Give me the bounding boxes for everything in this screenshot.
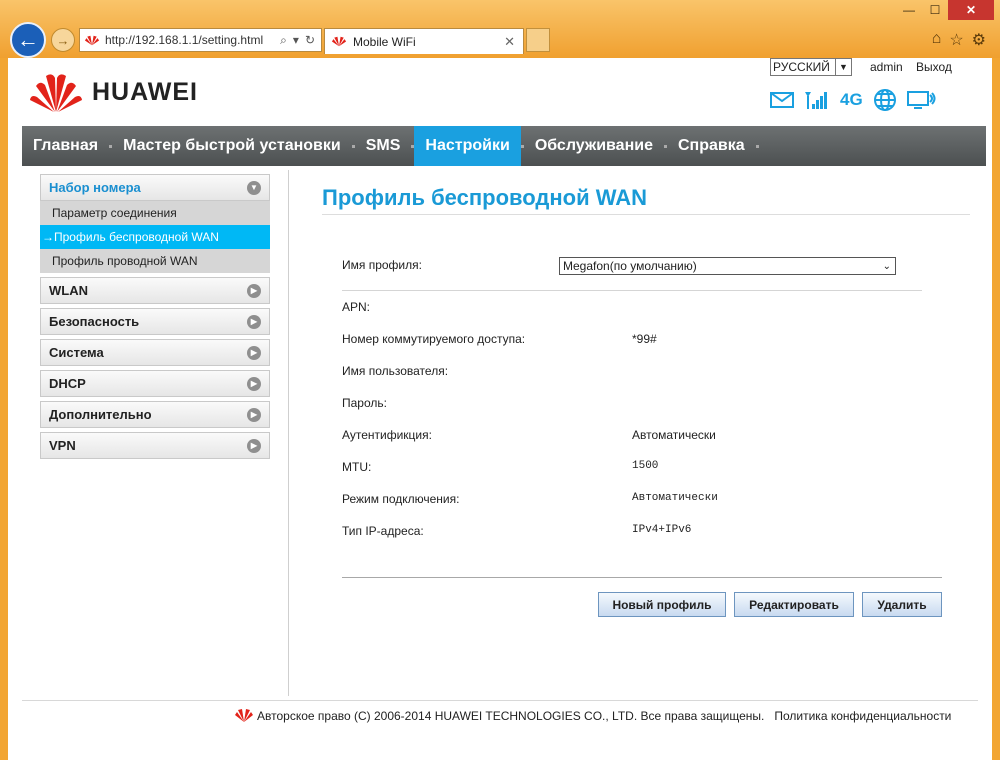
password-label: Пароль:	[342, 396, 387, 410]
profile-name-value: Megafon(по умолчанию)	[563, 259, 697, 273]
sms-envelope-icon[interactable]	[770, 92, 794, 108]
privacy-policy-link[interactable]: Политика конфиденциальности	[774, 709, 951, 723]
url-text: http://192.168.1.1/setting.html	[105, 33, 264, 47]
sidebar: Набор номера ▼ Параметр соединения →Проф…	[40, 174, 270, 463]
sidebar-group-dialup[interactable]: Набор номера ▼	[40, 174, 270, 201]
sidebar-group-label: VPN	[49, 438, 76, 453]
refresh-icon[interactable]: ↻	[305, 33, 315, 48]
page: HUAWEI РУССКИЙ ▼ admin Выход 4G Главная …	[8, 58, 992, 760]
minimize-button[interactable]: —	[896, 0, 922, 20]
connection-mode-label: Режим подключения:	[342, 492, 460, 506]
sidebar-item-connection-params[interactable]: Параметр соединения	[40, 201, 270, 225]
sidebar-group-dhcp[interactable]: DHCP ▶	[40, 370, 270, 397]
chevron-down-icon: ▼	[835, 59, 851, 75]
mtu-label: MTU:	[342, 460, 372, 474]
nav-help[interactable]: Справка	[667, 126, 756, 166]
tab-close-icon[interactable]: ✕	[504, 34, 523, 50]
back-button[interactable]: ←	[10, 22, 46, 58]
authentication-label: Аутентификция:	[342, 428, 432, 442]
connection-mode-value: Автоматически	[632, 492, 718, 504]
sidebar-group-label: Система	[49, 345, 104, 360]
language-value: РУССКИЙ	[773, 60, 830, 74]
sidebar-group-wlan[interactable]: WLAN ▶	[40, 277, 270, 304]
expand-icon: ▶	[247, 376, 261, 391]
status-icons: 4G	[770, 88, 937, 112]
network-type: 4G	[840, 90, 863, 109]
ip-type-label: Тип IP-адреса:	[342, 524, 424, 538]
footer: Авторское право (C) 2006-2014 HUAWEI TEC…	[234, 708, 951, 723]
username-label: Имя пользователя:	[342, 364, 449, 378]
mtu-value: 1500	[632, 460, 659, 472]
expand-icon: ▶	[247, 314, 261, 329]
profile-name-select[interactable]: Megafon(по умолчанию) ⌄	[559, 257, 896, 275]
ip-type-value: IPv4+IPv6	[632, 524, 692, 536]
dropdown-icon[interactable]: ▾	[293, 33, 299, 48]
expand-icon: ▶	[247, 407, 261, 422]
sidebar-group-label: DHCP	[49, 376, 86, 391]
nav-maintenance[interactable]: Обслуживание	[524, 126, 664, 166]
sidebar-group-label: Набор номера	[49, 180, 141, 195]
wifi-device-icon	[906, 91, 936, 109]
nav-settings[interactable]: Настройки	[414, 126, 521, 166]
sidebar-group-label: WLAN	[49, 283, 88, 298]
nav-sms[interactable]: SMS	[355, 126, 412, 166]
address-bar[interactable]: http://192.168.1.1/setting.html ⌕ ▾ ↻	[79, 28, 322, 52]
user-name: admin	[870, 60, 903, 74]
close-window-button[interactable]: ✕	[948, 0, 994, 20]
logout-link[interactable]: Выход	[916, 60, 952, 74]
new-tab-button[interactable]	[526, 28, 550, 52]
nav-separator	[755, 144, 759, 148]
profile-name-label: Имя профиля:	[342, 258, 422, 272]
edit-button[interactable]: Редактировать	[734, 592, 854, 617]
copyright-text: Авторское право (C) 2006-2014 HUAWEI TEC…	[257, 708, 765, 723]
huawei-favicon-icon	[331, 36, 347, 47]
huawei-petals-icon	[30, 74, 82, 112]
sidebar-group-system[interactable]: Система ▶	[40, 339, 270, 366]
settings-gear-icon[interactable]: ⚙	[972, 30, 986, 50]
tab-title: Mobile WiFi	[353, 34, 416, 49]
maximize-button[interactable]: ☐	[922, 0, 948, 20]
sidebar-group-label: Безопасность	[49, 314, 140, 329]
apn-label: APN:	[342, 300, 371, 314]
divider	[322, 214, 970, 215]
divider	[22, 700, 978, 701]
sidebar-group-advanced[interactable]: Дополнительно ▶	[40, 401, 270, 428]
window-controls: — ☐ ✕	[896, 0, 994, 20]
browser-chrome: — ☐ ✕ ← → http://192.168.1.1/setting.htm…	[0, 0, 1000, 58]
sidebar-group-vpn[interactable]: VPN ▶	[40, 432, 270, 459]
main-navigation: Главная Мастер быстрой установки SMS Нас…	[22, 126, 986, 166]
huawei-logo: HUAWEI	[28, 70, 198, 114]
sidebar-item-wireless-wan-profile[interactable]: →Профиль беспроводной WAN	[40, 225, 270, 249]
nav-quick-setup[interactable]: Мастер быстрой установки	[112, 126, 352, 166]
browser-tab[interactable]: Mobile WiFi ✕	[324, 28, 524, 54]
divider	[342, 290, 922, 291]
authentication-value: Автоматически	[632, 428, 716, 442]
expand-icon: ▶	[247, 345, 261, 360]
search-icon[interactable]: ⌕	[280, 33, 287, 48]
chevron-down-icon: ⌄	[882, 260, 891, 272]
huawei-logo-icon	[235, 709, 253, 722]
dial-number-value: *99#	[632, 332, 657, 346]
sidebar-group-label: Дополнительно	[49, 407, 152, 422]
favorites-star-icon[interactable]: ☆	[949, 30, 963, 50]
dial-number-label: Номер коммутируемого доступа:	[342, 332, 526, 346]
delete-button[interactable]: Удалить	[862, 592, 942, 617]
sidebar-group-security[interactable]: Безопасность ▶	[40, 308, 270, 335]
new-profile-button[interactable]: Новый профиль	[598, 592, 726, 617]
huawei-favicon-icon	[84, 35, 100, 45]
signal-strength-icon	[805, 92, 827, 109]
brand-name: HUAWEI	[92, 77, 198, 106]
sidebar-item-wired-wan-profile[interactable]: Профиль проводной WAN	[40, 249, 270, 273]
expand-icon: ▶	[247, 438, 261, 453]
collapse-icon: ▼	[247, 180, 261, 195]
language-select[interactable]: РУССКИЙ ▼	[770, 58, 852, 76]
expand-icon: ▶	[247, 283, 261, 298]
globe-icon	[873, 89, 896, 111]
divider	[288, 170, 289, 696]
forward-button[interactable]: →	[51, 28, 75, 52]
page-title: Профиль беспроводной WAN	[322, 185, 648, 210]
divider	[342, 577, 942, 578]
home-icon[interactable]: ⌂	[932, 30, 942, 50]
nav-home[interactable]: Главная	[22, 126, 109, 166]
